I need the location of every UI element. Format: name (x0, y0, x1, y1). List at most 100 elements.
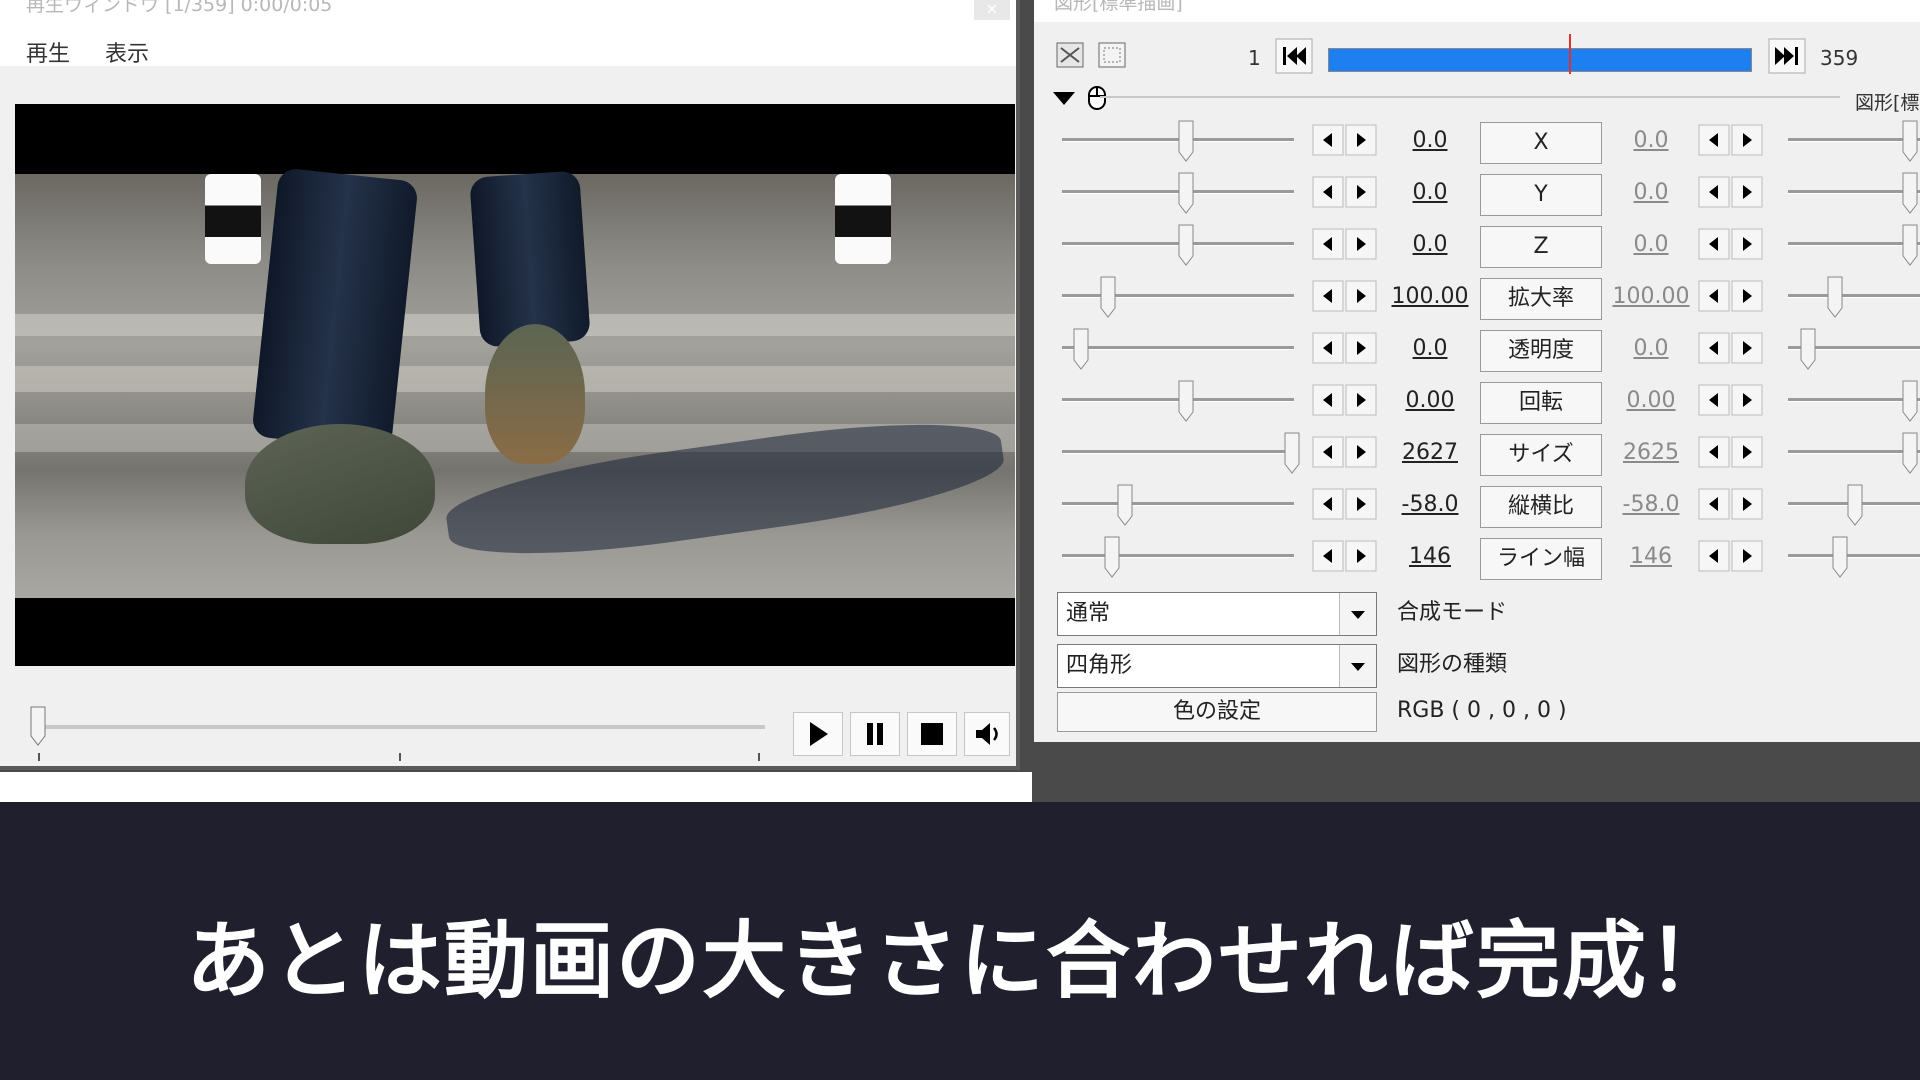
slider-thumb[interactable] (1100, 276, 1116, 318)
start-value-stepper[interactable] (1312, 488, 1378, 520)
start-value-stepper[interactable] (1312, 384, 1378, 416)
blend-mode-select[interactable]: 通常 (1057, 592, 1377, 636)
start-value-stepper[interactable] (1312, 280, 1378, 312)
start-value-stepper[interactable] (1312, 332, 1378, 364)
param-aspect-button[interactable]: 縦横比 (1480, 486, 1602, 528)
param-line-width-start[interactable]: 146 (1382, 544, 1478, 569)
end-value-stepper[interactable] (1698, 124, 1764, 156)
end-value-stepper[interactable] (1698, 384, 1764, 416)
slider-thumb[interactable] (1847, 484, 1863, 526)
start-value-stepper[interactable] (1312, 228, 1378, 260)
seek-thumb[interactable] (30, 706, 46, 746)
slider-track[interactable] (1062, 450, 1294, 454)
param-z-end[interactable]: 0.0 (1603, 232, 1699, 257)
chevron-down-icon[interactable] (1339, 593, 1376, 635)
param-opacity-start[interactable]: 0.0 (1382, 336, 1478, 361)
settings-window-title: 図形[標準描画] (1054, 0, 1183, 14)
slider-track[interactable] (1788, 294, 1920, 298)
close-icon[interactable]: × (974, 0, 1010, 20)
param-x-start[interactable]: 0.0 (1382, 128, 1478, 153)
slider-track[interactable] (1788, 190, 1920, 194)
slider-track[interactable] (1062, 294, 1294, 298)
param-y-start[interactable]: 0.0 (1382, 180, 1478, 205)
start-value-stepper[interactable] (1312, 124, 1378, 156)
color-settings-button[interactable]: 色の設定 (1057, 692, 1377, 732)
end-value-stepper[interactable] (1698, 228, 1764, 260)
slider-track[interactable] (1788, 138, 1920, 142)
param-scale-start[interactable]: 100.00 (1382, 284, 1478, 309)
slider-thumb[interactable] (1902, 380, 1918, 422)
slider-thumb[interactable] (1800, 328, 1816, 370)
param-rotation-end[interactable]: 0.00 (1603, 388, 1699, 413)
slider-track[interactable] (1062, 346, 1294, 350)
slider-thumb[interactable] (1178, 380, 1194, 422)
audio-icon[interactable] (964, 712, 1010, 756)
param-z-button[interactable]: Z (1480, 226, 1602, 268)
start-value-stepper[interactable] (1312, 540, 1378, 572)
param-line-width-end[interactable]: 146 (1603, 544, 1699, 569)
slider-thumb[interactable] (1902, 224, 1918, 266)
param-size-end[interactable]: 2625 (1603, 440, 1699, 465)
menu-play[interactable]: 再生 (26, 36, 70, 68)
settings-titlebar: 図形[標準描画] (1034, 0, 1920, 22)
end-value-stepper[interactable] (1698, 436, 1764, 468)
start-value-stepper[interactable] (1312, 176, 1378, 208)
camera-control-icon[interactable] (1054, 40, 1086, 70)
param-x-button[interactable]: X (1480, 122, 1602, 164)
end-value-stepper[interactable] (1698, 488, 1764, 520)
pause-button[interactable] (850, 712, 900, 756)
param-z-start[interactable]: 0.0 (1382, 232, 1478, 257)
param-opacity-button[interactable]: 透明度 (1480, 330, 1602, 372)
slider-track[interactable] (1788, 450, 1920, 454)
slider-track[interactable] (1062, 554, 1294, 558)
slider-thumb[interactable] (1178, 172, 1194, 214)
param-scale-end[interactable]: 100.00 (1603, 284, 1699, 309)
slider-thumb[interactable] (1902, 172, 1918, 214)
slider-track[interactable] (1788, 242, 1920, 246)
param-size-start[interactable]: 2627 (1382, 440, 1478, 465)
slider-thumb[interactable] (1902, 432, 1918, 474)
slider-thumb[interactable] (1117, 484, 1133, 526)
shape-type-select[interactable]: 四角形 (1057, 644, 1377, 688)
slider-thumb[interactable] (1827, 276, 1843, 318)
slider-track[interactable] (1062, 502, 1294, 506)
param-aspect-start[interactable]: -58.0 (1382, 492, 1478, 517)
video-preview[interactable] (15, 104, 1015, 666)
stop-button[interactable] (907, 712, 957, 756)
clip-icon[interactable] (1096, 40, 1128, 70)
menu-view[interactable]: 表示 (105, 36, 149, 68)
param-y-button[interactable]: Y (1480, 174, 1602, 216)
shape-type-value: 四角形 (1066, 653, 1133, 678)
start-value-stepper[interactable] (1312, 436, 1378, 468)
slider-thumb[interactable] (1073, 328, 1089, 370)
play-button[interactable] (793, 712, 843, 756)
end-value-stepper[interactable] (1698, 540, 1764, 572)
param-y-end[interactable]: 0.0 (1603, 180, 1699, 205)
fast-forward-icon[interactable] (1768, 38, 1806, 74)
chevron-down-icon[interactable] (1339, 645, 1376, 687)
slider-thumb[interactable] (1284, 432, 1300, 474)
slider-thumb[interactable] (1832, 536, 1848, 578)
end-value-stepper[interactable] (1698, 176, 1764, 208)
param-x-end[interactable]: 0.0 (1603, 128, 1699, 153)
param-scale-button[interactable]: 拡大率 (1480, 278, 1602, 320)
rewind-icon[interactable] (1275, 38, 1313, 74)
slider-thumb[interactable] (1178, 120, 1194, 162)
param-rotation-start[interactable]: 0.00 (1382, 388, 1478, 413)
param-line-width-button[interactable]: ライン幅 (1480, 538, 1602, 580)
slider-track[interactable] (1788, 554, 1920, 558)
param-rotation-button[interactable]: 回転 (1480, 382, 1602, 424)
seek-track[interactable] (40, 725, 765, 729)
param-opacity-end[interactable]: 0.0 (1603, 336, 1699, 361)
collapse-arrow-icon[interactable] (1050, 86, 1078, 110)
window-bottom-edge (0, 772, 1032, 802)
slider-thumb[interactable] (1104, 536, 1120, 578)
end-value-stepper[interactable] (1698, 332, 1764, 364)
end-value-stepper[interactable] (1698, 280, 1764, 312)
slider-thumb[interactable] (1902, 120, 1918, 162)
slider-thumb[interactable] (1178, 224, 1194, 266)
slider-track[interactable] (1788, 398, 1920, 402)
param-aspect-end[interactable]: -58.0 (1603, 492, 1699, 517)
frame-timeline[interactable] (1328, 48, 1752, 72)
param-size-button[interactable]: サイズ (1480, 434, 1602, 476)
